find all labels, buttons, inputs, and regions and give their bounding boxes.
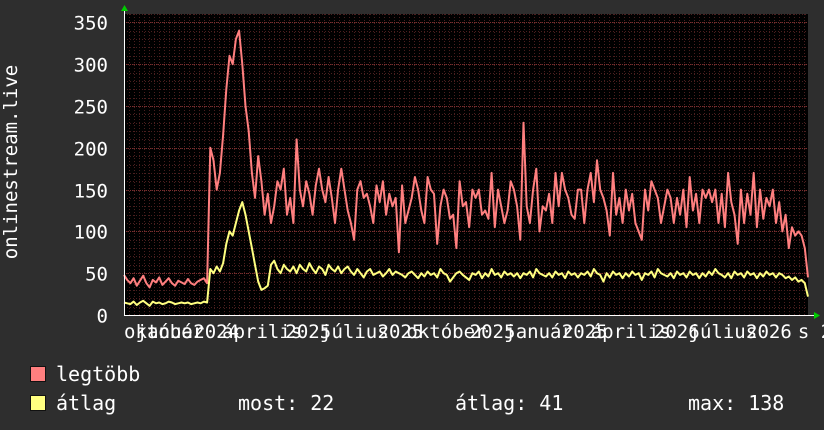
y-tick-label: 200 (74, 139, 108, 161)
y-tick-label: 300 (74, 55, 108, 77)
plot-area (124, 14, 808, 315)
stat-average-value: 41 (539, 391, 564, 415)
y-tick-label: 50 (85, 264, 108, 286)
legend-swatch-max (30, 366, 46, 382)
stat-current: most: 22 (238, 391, 334, 415)
stat-maximum: max: 138 (688, 391, 784, 415)
y-axis-label: onlinestream.live (0, 64, 22, 260)
x-axis-arrow (814, 312, 820, 319)
x-tick-label: s 2 (798, 321, 824, 343)
legend-item-avg: átlag (30, 391, 116, 415)
legend-label-max: legtöbb (56, 362, 141, 386)
y-tick-label: 150 (74, 181, 108, 203)
legend-item-max: legtöbb (30, 362, 140, 386)
x-tick-label: 2026 (746, 321, 792, 343)
stat-current-label: most: (238, 391, 299, 415)
stat-current-value: 22 (310, 391, 335, 415)
y-axis-arrow (121, 5, 128, 11)
y-tick-label: 0 (97, 306, 108, 328)
stat-maximum-label: max: (688, 391, 737, 415)
y-tick-label: 350 (74, 13, 108, 35)
y-tick-label: 250 (74, 97, 108, 119)
stat-maximum-value: 138 (748, 391, 785, 415)
legend-label-avg: átlag (56, 391, 117, 415)
stat-average-label: átlag: (455, 391, 528, 415)
y-tick-label: 100 (74, 222, 108, 244)
stat-average: átlag: 41 (455, 391, 563, 415)
legend-swatch-avg (30, 395, 46, 411)
